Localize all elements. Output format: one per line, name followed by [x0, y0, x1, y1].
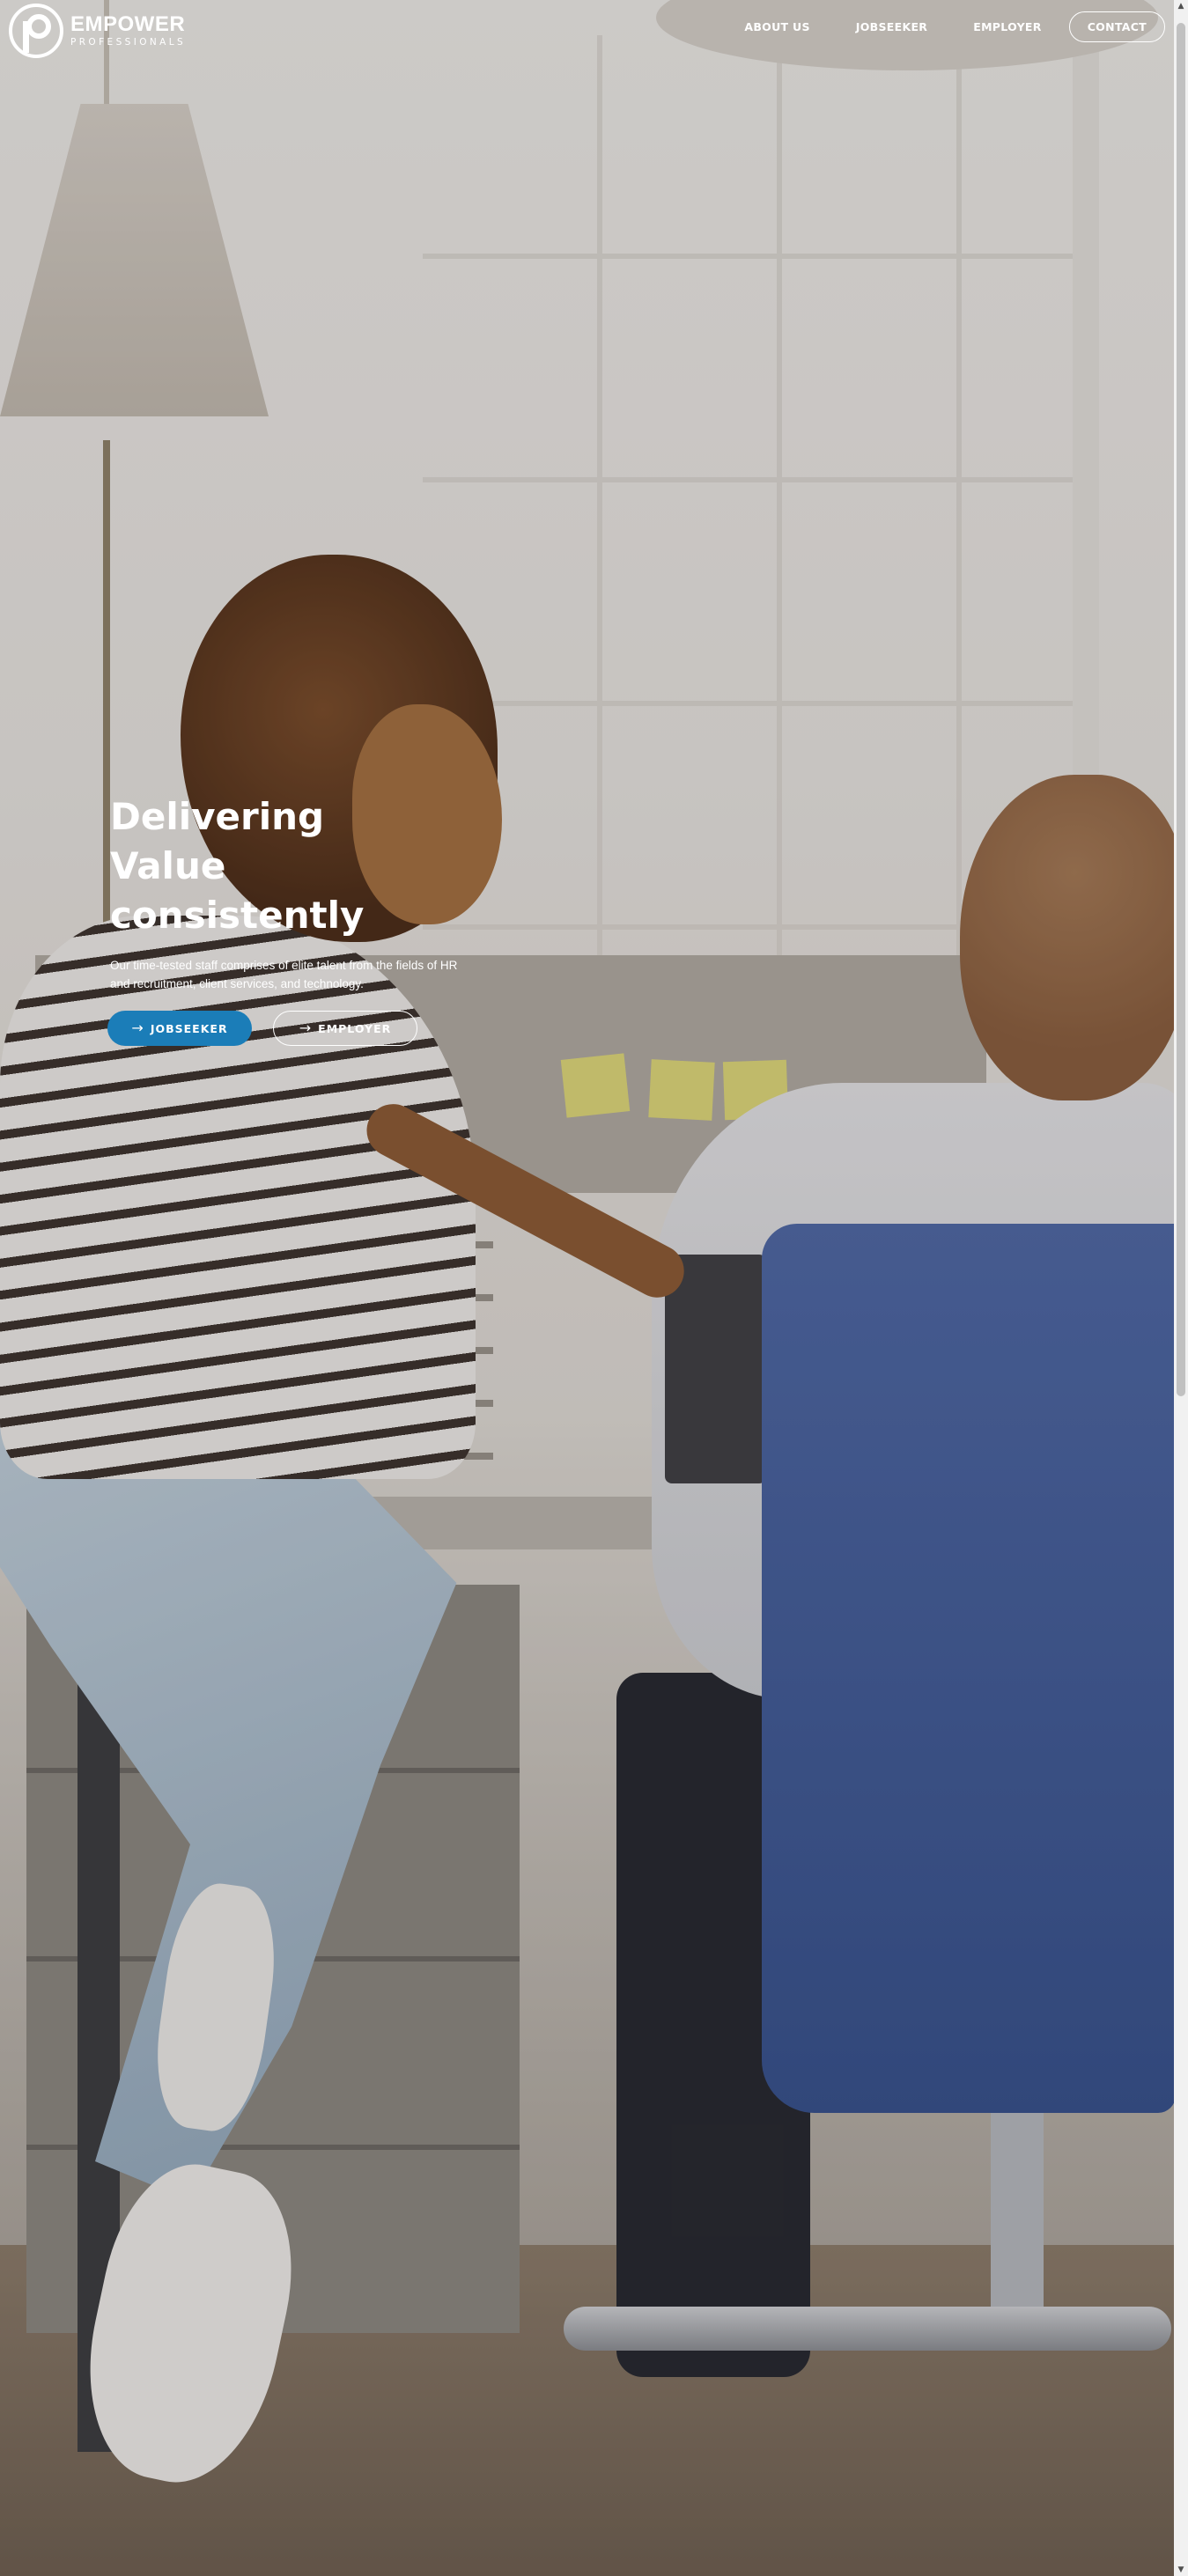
- main-nav: ABOUT US JOBSEEKER EMPLOYER CONTACT: [698, 11, 1165, 42]
- arrow-right-icon: →: [131, 1019, 144, 1036]
- hero-subtitle: Our time-tested staff comprises of elite…: [110, 959, 458, 990]
- scroll-down-arrow-icon[interactable]: ▼: [1177, 2565, 1185, 2574]
- nav-contact-button[interactable]: CONTACT: [1068, 11, 1165, 42]
- employer-button-label: EMPLOYER: [318, 1021, 392, 1035]
- hero-background-image: [0, 0, 1174, 2576]
- brand-name: EMPOWER: [70, 12, 186, 37]
- hero-title-line: consistently: [110, 894, 365, 937]
- scroll-up-arrow-icon[interactable]: ▲: [1177, 2, 1185, 11]
- brand-wordmark: EMPOWER PROFESSIONALS: [70, 14, 186, 48]
- arrow-right-icon: →: [299, 1019, 312, 1036]
- site-header: EMPOWER PROFESSIONALS ABOUT US JOBSEEKER…: [0, 0, 1174, 58]
- nav-employer[interactable]: EMPLOYER: [973, 20, 1041, 33]
- hero-title-line: Value: [110, 844, 226, 887]
- jobseeker-button-label: JOBSEEKER: [150, 1021, 228, 1035]
- brand-tagline: PROFESSIONALS: [70, 37, 187, 48]
- employer-button[interactable]: → EMPLOYER: [273, 1011, 417, 1046]
- empower-p-logo-icon: [9, 4, 63, 58]
- hero-title-line: Delivering: [110, 795, 325, 838]
- hero-title: Delivering Value consistently: [110, 792, 427, 940]
- scrollbar-thumb[interactable]: [1177, 23, 1185, 1396]
- jobseeker-button[interactable]: → JOBSEEKER: [107, 1011, 252, 1046]
- nav-about-us[interactable]: ABOUT US: [744, 20, 809, 33]
- nav-jobseeker[interactable]: JOBSEEKER: [856, 20, 927, 33]
- hero-overlay: [0, 0, 1174, 2576]
- brand-logo-link[interactable]: EMPOWER PROFESSIONALS: [9, 4, 186, 58]
- page-scrollbar[interactable]: ▲ ▼: [1174, 0, 1188, 2576]
